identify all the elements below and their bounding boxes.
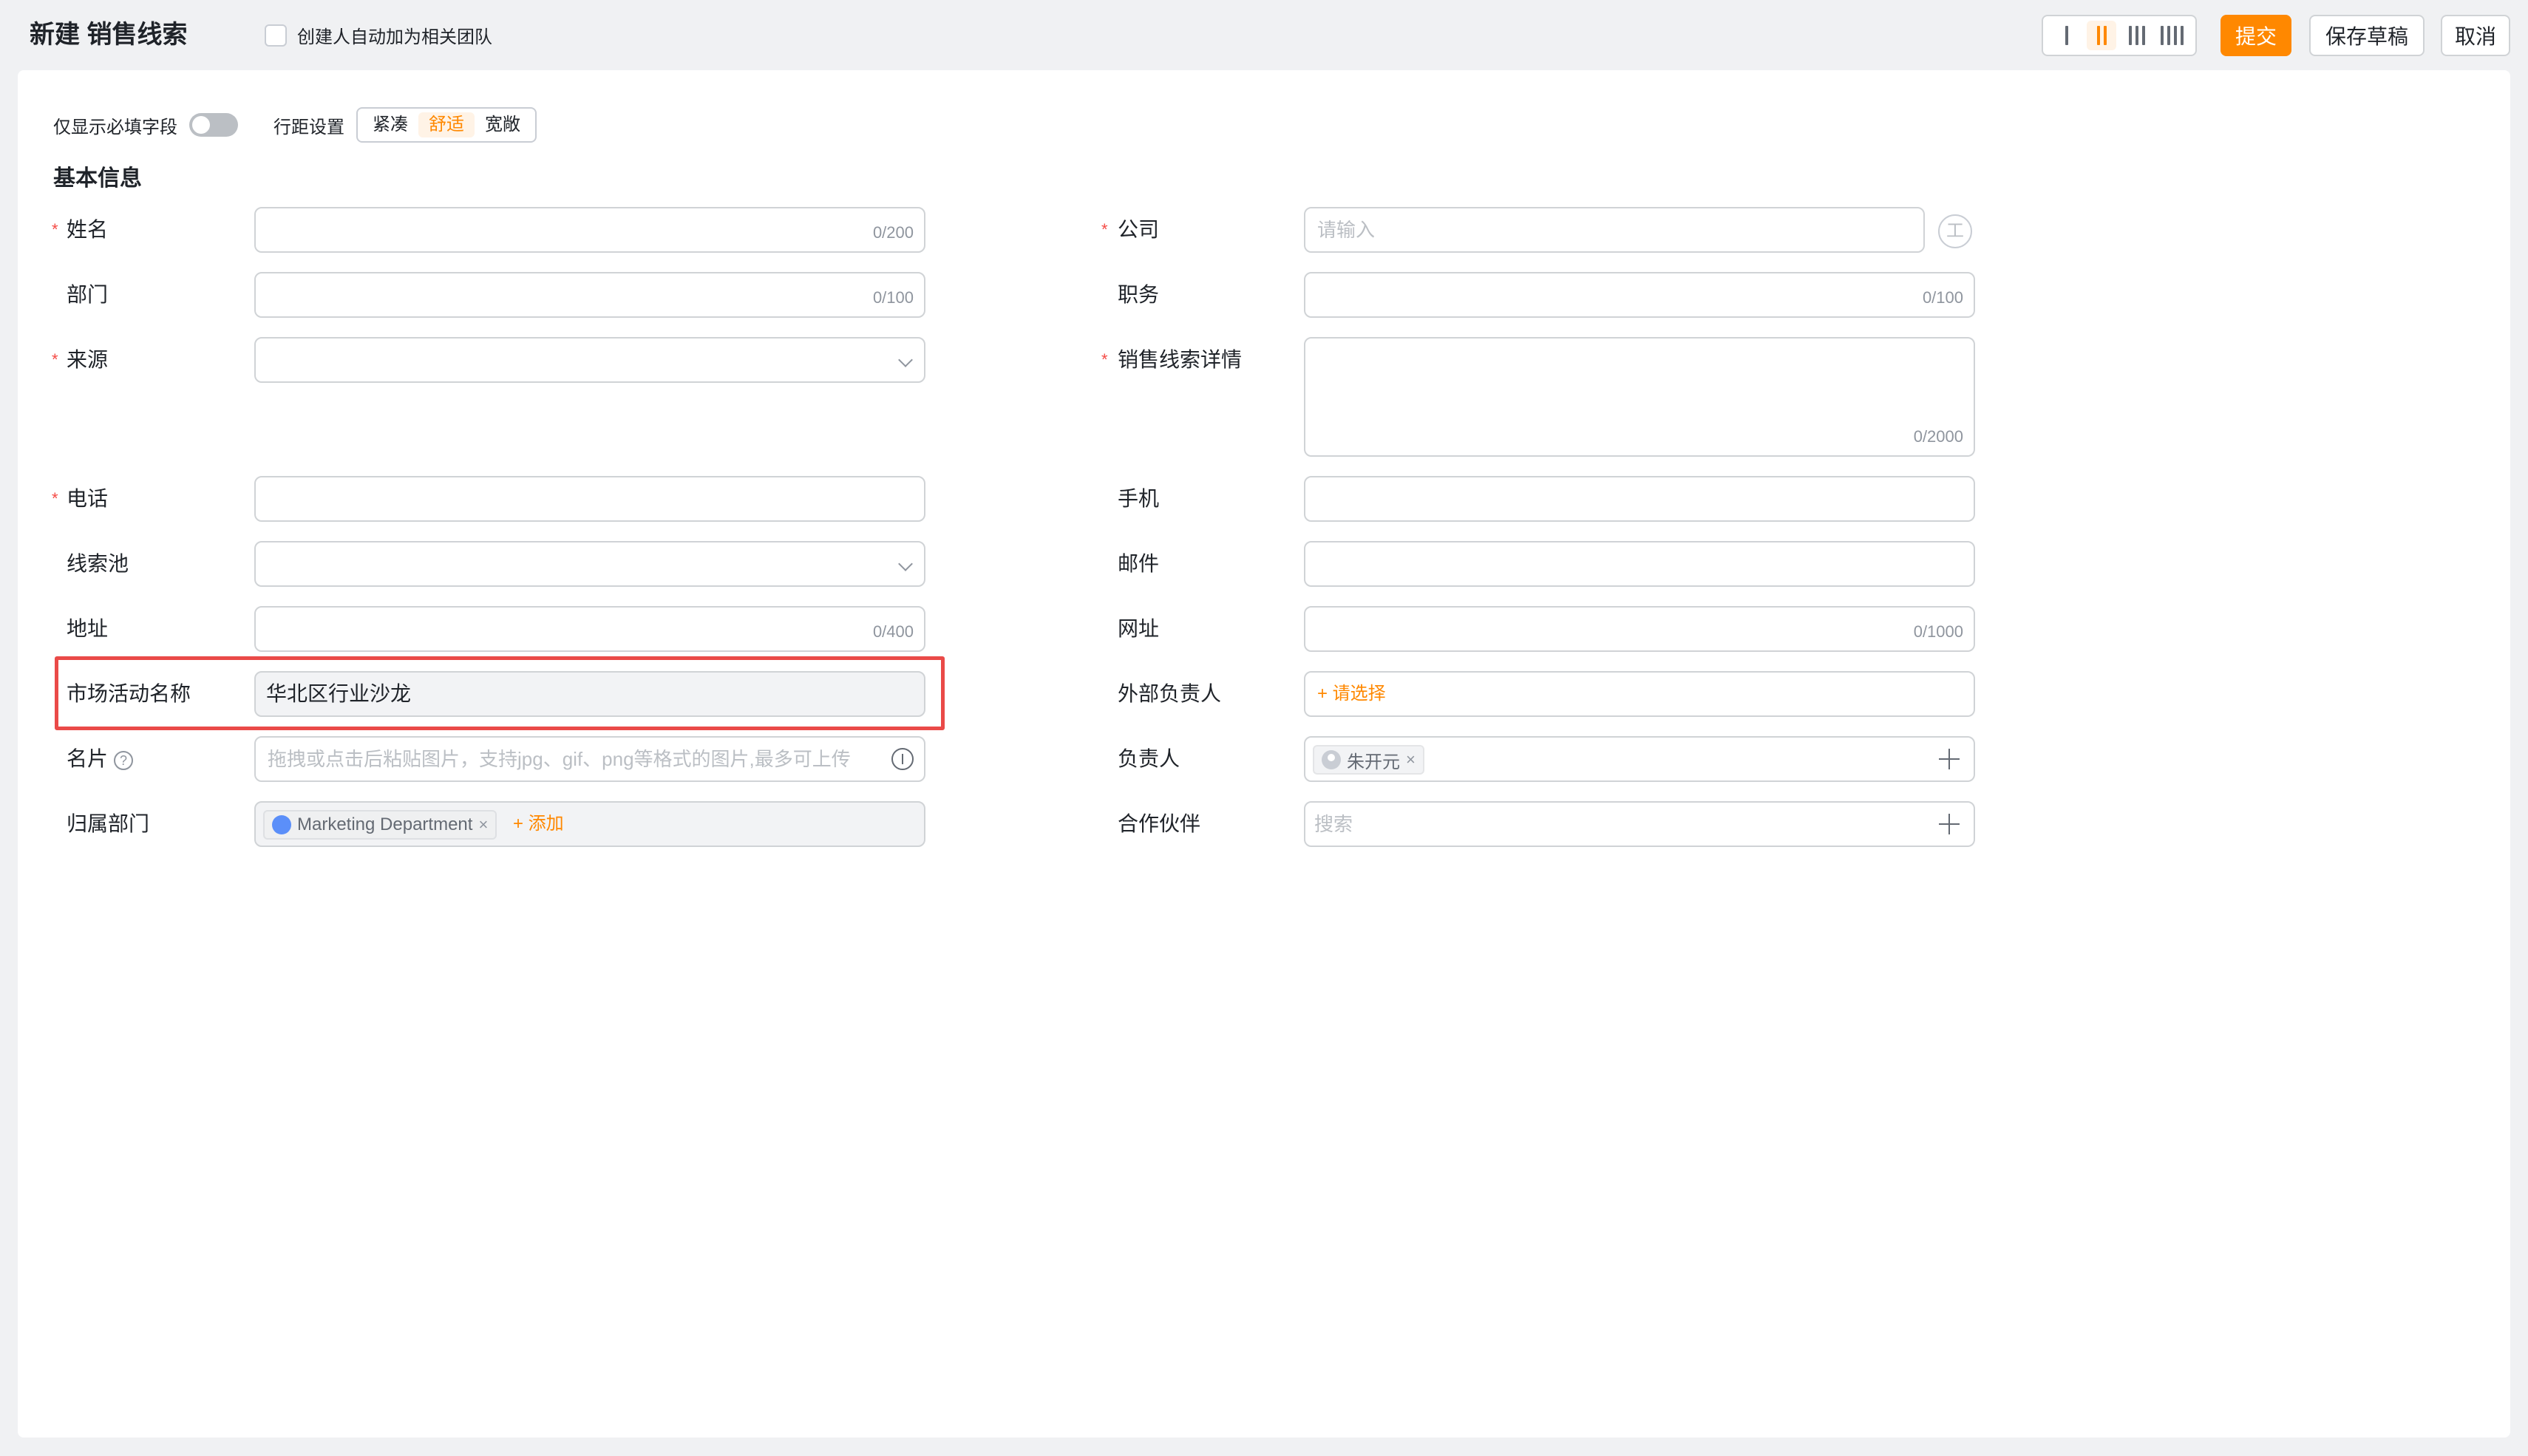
cancel-button[interactable]: 取消 [2441,15,2510,56]
department-icon [272,815,291,834]
department-input[interactable]: 0/100 [254,272,925,318]
name-counter: 0/200 [872,223,914,242]
position-counter: 0/100 [1922,288,1963,307]
column-bar-icon [2065,26,2068,45]
mobile-label: 手机 [1118,487,1160,510]
column-bar-icon [2128,26,2132,45]
lead-detail-label: 销售线索详情 [1118,348,1243,371]
company-label: 公司 [1118,218,1160,241]
required-only-toggle[interactable] [189,113,238,137]
name-input[interactable]: 0/200 [254,207,925,253]
column-bar-icon [2173,26,2177,45]
layout-3-columns[interactable] [2122,21,2152,50]
section-title: 基本信息 [53,166,142,191]
auto-team-label: 创建人自动加为相关团队 [297,27,492,47]
lead-detail-textarea[interactable]: 0/2000 [1304,337,1975,457]
layout-1-column[interactable] [2052,21,2082,50]
owner-label: 负责人 [1118,747,1180,770]
position-input[interactable]: 0/100 [1304,272,1975,318]
spacing-comfortable[interactable]: 舒适 [418,112,475,137]
email-input[interactable] [1304,541,1975,587]
lead-pool-select[interactable] [254,541,925,587]
position-label: 职务 [1118,283,1160,306]
save-draft-button[interactable]: 保存草稿 [2309,15,2425,56]
external-owner-field[interactable]: + 请选择 [1304,671,1975,717]
mobile-input[interactable] [1304,476,1975,522]
owner-field[interactable]: 朱开元 × [1304,736,1975,782]
required-mark: * [52,220,58,239]
column-bar-icon [2180,26,2184,45]
business-card-upload[interactable]: 拖拽或点击后粘贴图片，支持jpg、gif、png等格式的图片,最多可上传 [254,736,925,782]
column-bar-icon [2103,26,2107,45]
help-icon[interactable]: ? [114,750,134,770]
partner-field[interactable]: 搜索 [1304,801,1975,847]
auto-team-checkbox[interactable] [265,24,287,47]
submit-button[interactable]: 提交 [2221,15,2291,56]
dept-tag: Marketing Department × [263,810,497,840]
required-mark: * [52,350,58,369]
required-mark: * [1101,220,1108,239]
page-title: 新建 销售线索 [30,21,188,49]
business-card-label-text: 名片 [67,747,109,770]
address-label: 地址 [67,617,109,640]
form-toolbar: 仅显示必填字段 行距设置 紧凑 舒适 宽敞 [53,107,537,143]
lead-pool-label: 线索池 [67,552,129,575]
website-counter: 0/1000 [1913,622,1963,641]
chevron-down-icon [898,353,913,367]
required-mark: * [52,489,58,508]
close-icon[interactable]: × [478,815,488,834]
name-label: 姓名 [67,218,109,241]
owning-dept-field: Marketing Department × + 添加 [254,801,925,847]
owner-tag: 朱开元 × [1313,745,1424,775]
owner-tag-label: 朱开元 [1347,752,1400,772]
lead-detail-counter: 0/2000 [1913,427,1963,446]
select-external-owner-link[interactable]: + 请选择 [1317,673,1386,715]
column-bar-icon [2141,26,2145,45]
department-counter: 0/100 [872,288,914,307]
page-header: 新建 销售线索 创建人自动加为相关团队 提交 保存草稿 取消 [0,0,2528,70]
owning-dept-label: 归属部门 [67,812,150,835]
chevron-down-icon [898,557,913,571]
avatar-icon [1322,750,1341,769]
column-bar-icon [2096,26,2100,45]
source-select[interactable] [254,337,925,383]
business-lookup-icon[interactable]: 工 [1938,214,1972,248]
layout-2-columns[interactable] [2087,21,2117,50]
required-only-label: 仅显示必填字段 [53,117,177,137]
spacing-wide[interactable]: 宽敞 [475,112,531,137]
website-input[interactable]: 0/1000 [1304,606,1975,652]
spacing-selector: 紧凑 舒适 宽敞 [356,107,537,143]
source-label: 来源 [67,348,109,371]
partner-search-placeholder: 搜索 [1314,813,1353,835]
company-input[interactable]: 请输入 [1304,207,1925,253]
spacing-label: 行距设置 [273,117,344,137]
plus-icon[interactable] [1937,812,1962,837]
required-mark: * [1101,350,1108,369]
layout-4-columns[interactable] [2157,21,2186,50]
column-bar-icon [2167,26,2170,45]
company-placeholder: 请输入 [1317,219,1376,241]
auto-team-option[interactable]: 创建人自动加为相关团队 [265,22,492,48]
address-counter: 0/400 [872,622,914,641]
phone-input[interactable] [254,476,925,522]
business-card-placeholder: 拖拽或点击后粘贴图片，支持jpg、gif、png等格式的图片,最多可上传 [268,748,851,770]
email-label: 邮件 [1118,552,1160,575]
phone-label: 电话 [67,487,109,510]
address-input[interactable]: 0/400 [254,606,925,652]
plus-icon[interactable] [1937,746,1962,772]
spacing-compact[interactable]: 紧凑 [362,112,418,137]
close-icon[interactable]: × [1406,750,1416,769]
business-card-label: 名片? [67,736,134,782]
department-label: 部门 [67,283,109,306]
partner-label: 合作伙伴 [1118,812,1201,835]
column-layout-switch [2042,15,2197,56]
highlight-box [55,656,945,730]
upload-cloud-icon[interactable] [891,748,914,770]
column-bar-icon [2160,26,2164,45]
website-label: 网址 [1118,617,1160,640]
add-dept-link[interactable]: + 添加 [513,803,564,846]
column-bar-icon [2135,26,2138,45]
external-owner-label: 外部负责人 [1118,682,1222,705]
dept-tag-label: Marketing Department [297,814,473,834]
